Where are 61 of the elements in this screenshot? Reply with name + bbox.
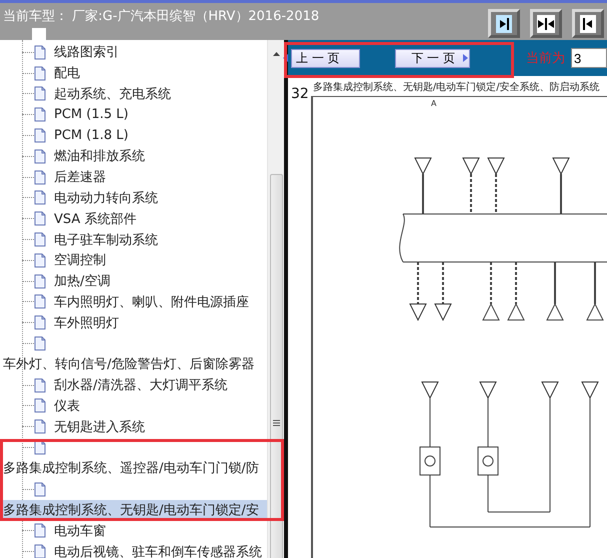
document-icon	[34, 232, 46, 248]
tree-item[interactable]: VSA 系统部件	[0, 208, 267, 230]
tree-item[interactable]: 电动动力转向系统	[0, 188, 267, 208]
document-icon	[34, 190, 46, 206]
scrollbar[interactable]	[267, 40, 284, 558]
right-arrow-icon	[461, 53, 469, 63]
tree-item[interactable]: 线路图索引	[0, 42, 267, 63]
document-icon	[34, 44, 46, 60]
diagram-title: 多路集成控制系统、无钥匙/电动车门锁定/安全系统、防启动系统	[312, 80, 600, 94]
document-icon	[34, 544, 46, 558]
tree-item[interactable]: 加热/空调	[0, 270, 267, 292]
document-icon	[34, 398, 46, 414]
current-page-label: 当前为	[526, 50, 565, 67]
document-icon	[34, 66, 46, 81]
tree-item[interactable]: 仪表	[0, 396, 267, 416]
vehicle-model-label: 当前车型： 厂家:G-广汽本田缤智（HRV）2016-2018	[3, 8, 320, 25]
tree-item[interactable]: 车外照明灯	[0, 312, 267, 334]
tree-item[interactable]: PCM (1.8 L)	[0, 125, 267, 146]
document-icon	[34, 274, 46, 289]
section-letter: A	[431, 99, 438, 108]
tree-item[interactable]: 电动车窗	[0, 520, 267, 542]
current-page-field[interactable]: 3	[571, 48, 607, 68]
document-icon	[34, 148, 46, 164]
document-icon	[34, 315, 46, 330]
document-icon	[34, 378, 46, 393]
document-icon	[34, 170, 46, 185]
tree-item[interactable]: 刮水器/清洗器、大灯调平系统	[0, 374, 267, 396]
tree-item[interactable]: 车内照明灯、喇叭、附件电源插座	[0, 292, 267, 312]
tree-item[interactable]: 起动系统、充电系统	[0, 84, 267, 104]
tree-item[interactable]: PCM (1.5 L)	[0, 104, 267, 126]
document-icon	[34, 86, 46, 102]
page-number: 32	[291, 86, 309, 102]
tree-item[interactable]: 后差速器	[0, 166, 267, 188]
center-split-button[interactable]	[530, 9, 562, 38]
arrow-to-bar-icon	[580, 14, 596, 32]
document-icon	[34, 252, 46, 268]
arrow-to-bar-icon	[496, 14, 512, 32]
document-icon	[34, 440, 46, 456]
document-icon	[34, 211, 46, 226]
tree-item[interactable]: 车外灯、转向信号/危险警告灯、后窗除雾器	[0, 354, 267, 375]
tree-item[interactable]: 多路集成控制系统、遥控器/电动车门门锁/防	[0, 458, 267, 479]
document-icon	[34, 294, 46, 310]
expand-right-button[interactable]	[488, 9, 520, 38]
tree-item[interactable]: 空调控制	[0, 250, 267, 271]
tree-item[interactable]: 无钥匙进入系统	[0, 416, 267, 438]
grip-icon	[272, 420, 280, 426]
scrollbar-thumb[interactable]	[270, 174, 282, 558]
document-icon	[34, 128, 46, 144]
document-icon	[34, 336, 46, 352]
scroll-up-icon	[272, 52, 280, 56]
tree-item[interactable]: 配电	[0, 62, 267, 84]
document-icon	[34, 482, 46, 497]
tree-item[interactable]: 电动后视镜、驻车和倒车传感器系统	[0, 541, 267, 558]
document-icon	[34, 419, 46, 434]
document-icon	[34, 523, 46, 538]
arrows-to-bar-icon	[537, 14, 555, 32]
next-page-button[interactable]: 下 一 页	[394, 48, 470, 68]
tree-item[interactable]: 电子驻车制动系统	[0, 229, 267, 250]
tree-item[interactable]: 燃油和排放系统	[0, 146, 267, 167]
expand-left-button[interactable]	[572, 9, 604, 38]
document-icon	[34, 107, 46, 122]
